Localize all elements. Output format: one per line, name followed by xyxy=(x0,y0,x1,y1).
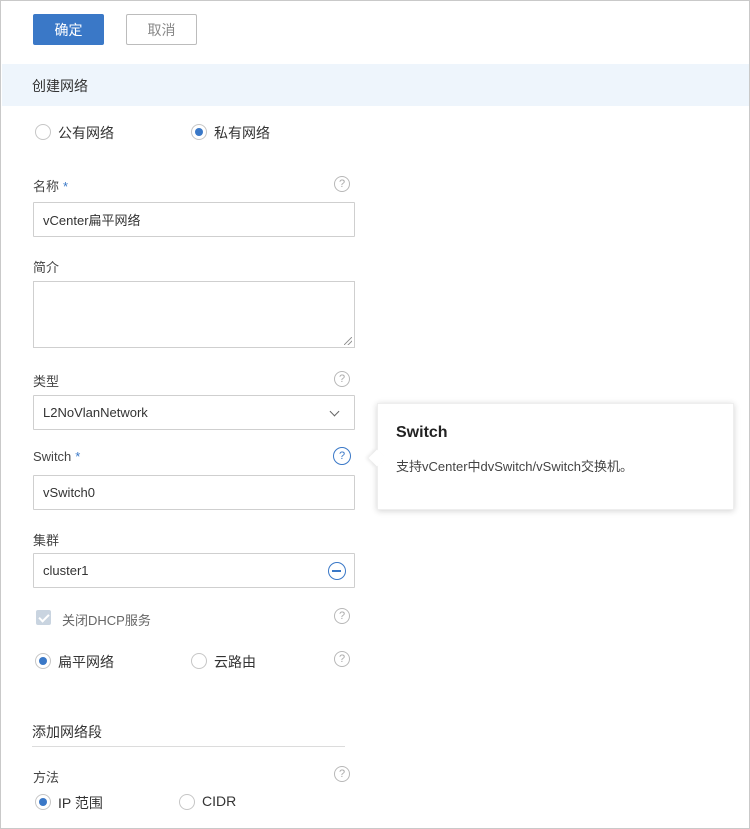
public-network-label[interactable]: 公有网络 xyxy=(58,123,114,143)
create-network-panel: 确定 取消 创建网络 公有网络 私有网络 名称 * ? vCenter扁平网络 简… xyxy=(0,0,750,829)
ip-range-label[interactable]: IP 范围 xyxy=(58,793,103,813)
remove-circle-icon[interactable] xyxy=(328,562,346,580)
chevron-down-icon xyxy=(329,406,340,417)
help-icon[interactable]: ? xyxy=(334,371,350,387)
switch-tooltip: Switch 支持vCenter中dvSwitch/vSwitch交换机。 xyxy=(368,403,734,510)
switch-label: Switch * xyxy=(33,449,81,464)
name-input[interactable]: vCenter扁平网络 xyxy=(33,202,355,237)
section-header xyxy=(2,64,749,106)
private-network-radio[interactable] xyxy=(191,124,207,140)
cluster-value: cluster1 xyxy=(43,563,89,578)
flat-network-radio[interactable] xyxy=(35,653,51,669)
confirm-button[interactable]: 确定 xyxy=(33,14,104,45)
type-label: 类型 xyxy=(33,374,60,389)
add-segment-title: 添加网络段 xyxy=(32,724,102,740)
description-textarea[interactable] xyxy=(33,281,355,348)
section-title: 创建网络 xyxy=(32,78,88,94)
switch-input[interactable]: vSwitch0 xyxy=(33,475,355,510)
cidr-radio[interactable] xyxy=(179,794,195,810)
switch-value: vSwitch0 xyxy=(43,485,96,500)
flat-network-label[interactable]: 扁平网络 xyxy=(58,652,114,672)
divider xyxy=(32,746,345,747)
cidr-label[interactable]: CIDR xyxy=(202,793,236,809)
type-value: L2NoVlanNetwork xyxy=(43,405,148,420)
help-icon[interactable]: ? xyxy=(334,608,350,624)
cluster-label: 集群 xyxy=(33,533,60,548)
type-select[interactable]: L2NoVlanNetwork xyxy=(33,395,355,430)
tooltip-arrow xyxy=(368,449,386,467)
public-network-radio[interactable] xyxy=(35,124,51,140)
required-mark: * xyxy=(63,179,69,194)
tooltip-body: 支持vCenter中dvSwitch/vSwitch交换机。 xyxy=(396,459,633,474)
vrouter-radio[interactable] xyxy=(191,653,207,669)
required-mark: * xyxy=(75,449,81,464)
help-icon[interactable]: ? xyxy=(334,766,350,782)
description-label: 简介 xyxy=(33,260,60,275)
cancel-button[interactable]: 取消 xyxy=(126,14,197,45)
cluster-field[interactable]: cluster1 xyxy=(33,553,355,588)
resize-grip-icon[interactable] xyxy=(344,337,352,345)
ip-range-radio[interactable] xyxy=(35,794,51,810)
private-network-label[interactable]: 私有网络 xyxy=(214,123,270,143)
name-value: vCenter扁平网络 xyxy=(43,213,141,228)
disable-dhcp-checkbox[interactable] xyxy=(36,610,51,625)
method-label: 方法 xyxy=(33,770,60,785)
tooltip-title: Switch xyxy=(396,424,448,441)
name-label: 名称 * xyxy=(33,179,69,194)
help-icon-active[interactable]: ? xyxy=(333,447,351,465)
help-icon[interactable]: ? xyxy=(334,176,350,192)
help-icon[interactable]: ? xyxy=(334,651,350,667)
vrouter-label[interactable]: 云路由 xyxy=(214,652,256,672)
disable-dhcp-label[interactable]: 关闭DHCP服务 xyxy=(62,610,151,629)
